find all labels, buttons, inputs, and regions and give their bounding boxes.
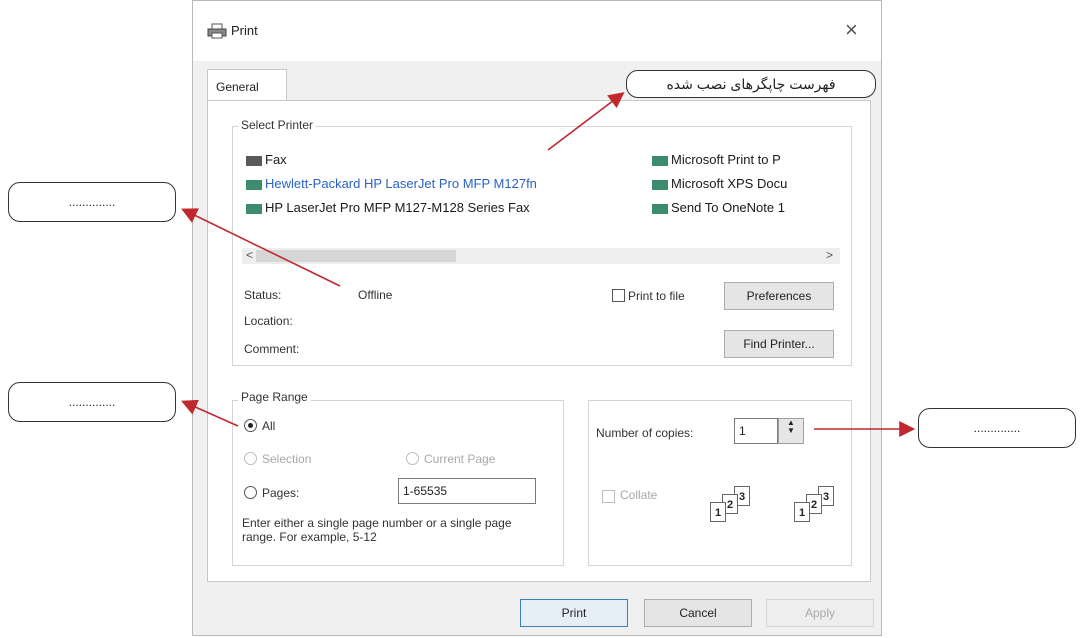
arrow-top — [547, 92, 625, 151]
annotation-arrows — [181, 92, 916, 437]
arrow-left-2 — [181, 399, 239, 427]
arrow-left-1 — [181, 208, 341, 287]
